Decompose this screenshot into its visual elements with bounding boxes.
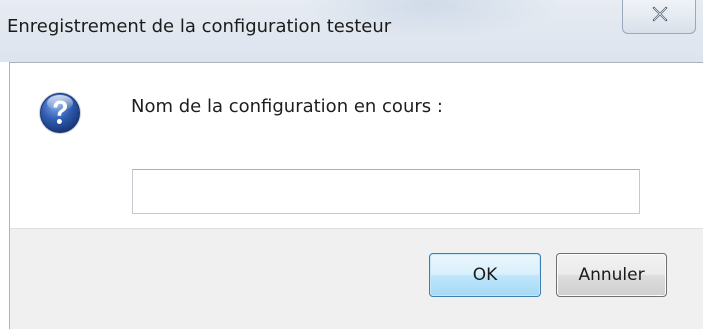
configuration-name-label: Nom de la configuration en cours :: [131, 96, 443, 117]
title-bar[interactable]: Enregistrement de la configuration teste…: [0, 0, 703, 62]
ok-button[interactable]: OK: [429, 253, 541, 297]
dialog-title: Enregistrement de la configuration teste…: [7, 16, 392, 37]
button-bar: OK Annuler: [10, 228, 703, 329]
close-button[interactable]: [622, 0, 696, 34]
dialog-body: Nom de la configuration en cours : OK An…: [9, 62, 703, 329]
question-icon: [39, 92, 81, 134]
dialog-window: Enregistrement de la configuration teste…: [0, 0, 703, 329]
configuration-name-input[interactable]: [132, 169, 640, 214]
close-icon: [652, 6, 668, 22]
cancel-button[interactable]: Annuler: [556, 253, 667, 297]
